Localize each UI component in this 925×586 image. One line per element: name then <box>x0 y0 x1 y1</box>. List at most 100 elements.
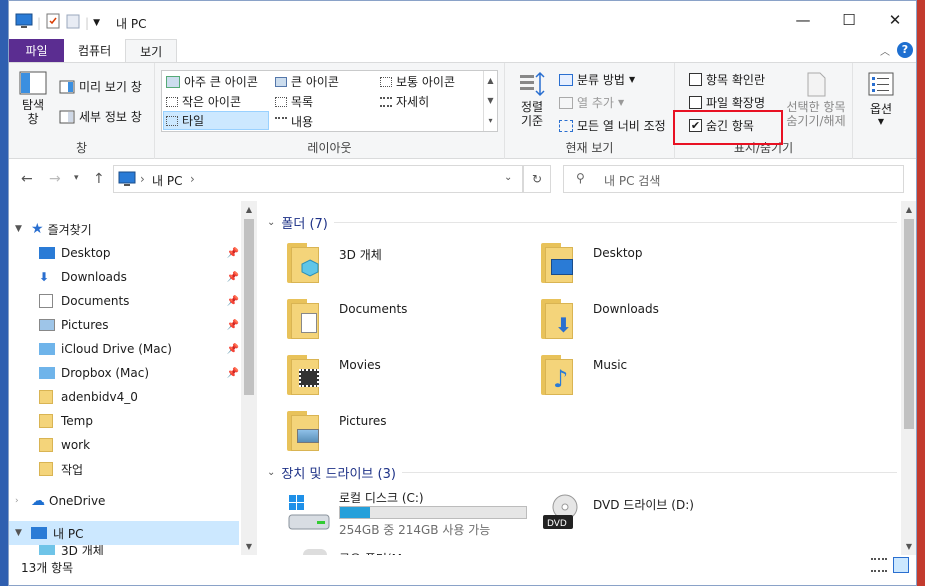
tab-computer[interactable]: 컴퓨터 <box>64 39 125 62</box>
add-column-icon <box>559 96 573 109</box>
search-icon: ⚲ <box>576 171 585 185</box>
chevron-down-icon[interactable]: ⌄ <box>504 172 512 183</box>
nav-quick-access[interactable]: ▼ ★ 즐겨찾기 <box>9 217 239 241</box>
folder-desktop-icon[interactable] <box>541 243 573 283</box>
nav-item-jakeop[interactable]: 작업 <box>9 457 239 481</box>
close-button[interactable]: ✕ <box>872 1 916 39</box>
nav-item-desktop[interactable]: Desktop 📌 <box>9 241 239 265</box>
layout-scroll[interactable]: ▲ ▼ ▾ <box>483 71 497 131</box>
item-checkboxes-checkbox[interactable] <box>689 73 702 86</box>
folder-label[interactable]: Movies <box>339 358 381 372</box>
nav-item-work[interactable]: work <box>9 433 239 457</box>
customize-qat-icon[interactable]: ▼ <box>93 18 100 28</box>
drive-c-name[interactable]: 로컬 디스크 (C:) <box>339 489 424 506</box>
folders-section-header[interactable]: ⌄ 폴더 (7) <box>267 213 897 232</box>
layout-icon <box>380 96 392 107</box>
nav-scrollbar[interactable]: ▲ ▼ <box>241 201 257 555</box>
tab-view[interactable]: 보기 <box>125 39 178 62</box>
local-disk-icon[interactable] <box>287 493 331 533</box>
layout-list[interactable]: 목록 <box>275 93 313 110</box>
sort-by-button[interactable]: 정렬 기준 <box>513 71 551 128</box>
folder-documents-icon[interactable] <box>287 299 319 339</box>
folder-label[interactable]: Downloads <box>593 302 659 316</box>
forward-icon[interactable]: → <box>49 171 61 187</box>
navigation-pane-button[interactable]: 탐색 창 <box>17 71 49 126</box>
layout-small-icons[interactable]: 작은 아이콘 <box>166 93 241 110</box>
nav-item-dropbox[interactable]: Dropbox (Mac) 📌 <box>9 361 239 385</box>
highlight-box <box>673 110 783 145</box>
file-extensions-option[interactable]: 파일 확장명 <box>689 94 765 111</box>
maximize-button[interactable]: ☐ <box>826 1 872 39</box>
nav-item-icloud[interactable]: iCloud Drive (Mac) 📌 <box>9 337 239 361</box>
layout-medium-icons[interactable]: 보통 아이콘 <box>380 73 455 90</box>
scroll-down-icon[interactable]: ▼ <box>241 542 257 551</box>
help-icon[interactable]: ? <box>897 42 913 58</box>
3d-objects-icon <box>39 545 55 555</box>
scroll-up-icon[interactable]: ▲ <box>901 201 916 214</box>
chevron-right-icon: › <box>15 496 19 506</box>
folder-pictures-icon[interactable] <box>287 411 319 451</box>
add-column-button[interactable]: 열 추가 ▼ <box>559 94 624 111</box>
details-view-icon[interactable] <box>871 558 887 572</box>
scroll-down-icon[interactable]: ▼ <box>901 542 916 551</box>
large-icons-view-icon[interactable] <box>893 557 909 573</box>
nav-onedrive[interactable]: › ☁ OneDrive <box>9 489 239 513</box>
folder-3d-objects-icon[interactable] <box>287 243 319 283</box>
collapse-ribbon-icon[interactable]: ︿ <box>880 43 890 58</box>
folder-downloads-icon[interactable]: ⬇ <box>541 299 573 339</box>
title-bar: | | ▼ 내 PC — ☐ ✕ <box>9 1 916 39</box>
cloud-folder-icon <box>39 343 55 355</box>
address-bar[interactable]: › 내 PC › ⌄ <box>113 165 523 193</box>
group-by-button[interactable]: 분류 방법 ▼ <box>559 71 635 88</box>
up-icon[interactable]: ↑ <box>93 171 105 187</box>
refresh-icon[interactable]: ↻ <box>523 165 551 193</box>
file-extensions-checkbox[interactable] <box>689 96 702 109</box>
folder-label[interactable]: Documents <box>339 302 407 316</box>
drive-d-name[interactable]: DVD 드라이브 (D:) <box>593 496 694 513</box>
minimize-button[interactable]: — <box>780 1 826 39</box>
recent-locations-icon[interactable]: ▾ <box>74 173 79 183</box>
drive-c-info: 254GB 중 214GB 사용 가능 <box>339 523 491 537</box>
nav-item-downloads[interactable]: ⬇ Downloads 📌 <box>9 265 239 289</box>
layout-content[interactable]: 내용 <box>275 113 313 130</box>
drives-section-header[interactable]: ⌄ 장치 및 드라이브 (3) <box>267 463 897 482</box>
item-checkboxes-option[interactable]: 항목 확인란 <box>689 71 765 88</box>
nav-item-pictures[interactable]: Pictures 📌 <box>9 313 239 337</box>
options-button[interactable]: 옵션 ▼ <box>861 71 901 126</box>
nav-scroll-thumb[interactable] <box>244 219 254 395</box>
new-folder-icon[interactable] <box>65 13 81 32</box>
content-scroll-thumb[interactable] <box>904 219 914 429</box>
nav-item-3d-objects[interactable]: 3D 개체 <box>9 545 239 555</box>
details-pane-icon <box>59 110 75 123</box>
nav-item-documents[interactable]: Documents 📌 <box>9 289 239 313</box>
pane-group-label: 창 <box>75 141 88 155</box>
fit-columns-button[interactable]: 모든 열 너비 조정 <box>559 117 666 134</box>
details-pane-button[interactable]: 세부 정보 창 <box>59 108 142 125</box>
layout-group: 아주 큰 아이콘 큰 아이콘 보통 아이콘 작은 아이콘 목록 자세히 타일 내… <box>155 63 505 159</box>
preview-pane-button[interactable]: 미리 보기 창 <box>59 78 142 95</box>
search-input[interactable]: ⚲ 내 PC 검색 <box>563 165 904 193</box>
scroll-up-icon[interactable]: ▲ <box>241 201 257 214</box>
nav-this-pc[interactable]: ▼ 내 PC <box>9 521 239 545</box>
hide-selected-button[interactable]: 선택한 항목 숨기기/해제 <box>779 71 853 128</box>
layout-tiles[interactable]: 타일 <box>163 111 269 130</box>
breadcrumb-separator: › <box>190 172 195 186</box>
folder-label[interactable]: 3D 개체 <box>339 246 382 263</box>
folder-movies-icon[interactable] <box>287 355 319 395</box>
layout-details[interactable]: 자세히 <box>380 93 429 110</box>
nav-item-adenbid[interactable]: adenbidv4_0 <box>9 385 239 409</box>
nav-item-temp[interactable]: Temp <box>9 409 239 433</box>
content-scrollbar[interactable]: ▲ ▼ <box>901 201 916 555</box>
folder-music-icon[interactable]: ♪ <box>541 355 573 395</box>
folder-label[interactable]: Pictures <box>339 414 387 428</box>
layout-extra-large-icons[interactable]: 아주 큰 아이콘 <box>166 73 258 90</box>
properties-icon[interactable] <box>45 13 61 32</box>
breadcrumb-this-pc[interactable]: 내 PC <box>152 172 182 189</box>
back-icon[interactable]: ← <box>21 171 33 187</box>
tab-file[interactable]: 파일 <box>9 39 64 62</box>
folder-label[interactable]: Music <box>593 358 627 372</box>
layout-large-icons[interactable]: 큰 아이콘 <box>275 73 339 90</box>
pin-icon: 📌 <box>226 247 239 259</box>
dvd-drive-icon[interactable]: DVD <box>541 493 585 533</box>
folder-label[interactable]: Desktop <box>593 246 643 260</box>
